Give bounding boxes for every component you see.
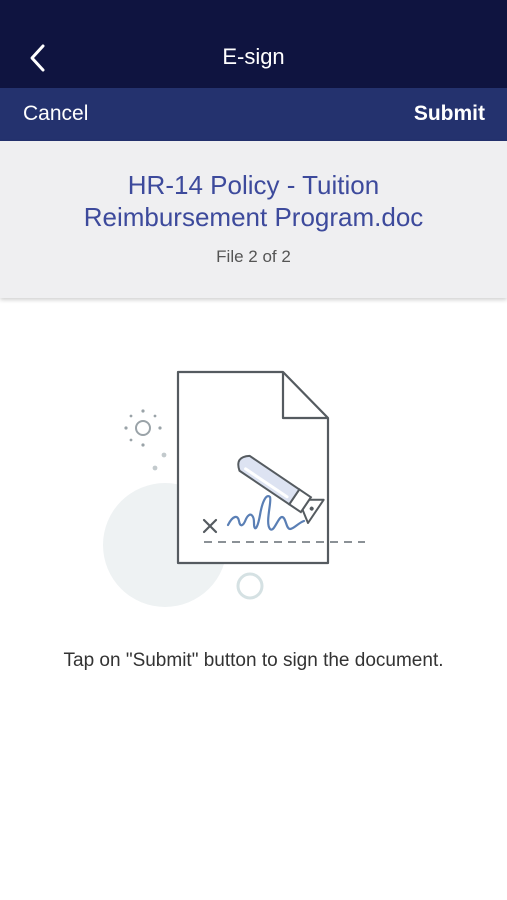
file-name: HR-14 Policy - Tuition Reimbursement Pro… <box>83 170 424 232</box>
instruction-text: Tap on "Submit" button to sign the docum… <box>63 650 444 671</box>
submit-button[interactable]: Submit <box>414 102 485 126</box>
action-bar: Cancel Submit <box>0 88 507 141</box>
cancel-button[interactable]: Cancel <box>23 102 88 126</box>
navigation-bar: E-sign <box>0 0 507 88</box>
file-count: File 2 of 2 <box>216 247 291 266</box>
page-title: E-sign <box>222 44 285 69</box>
document-signature-icon <box>103 370 365 607</box>
file-header: HR-14 Policy - Tuition Reimbursement Pro… <box>0 141 507 298</box>
